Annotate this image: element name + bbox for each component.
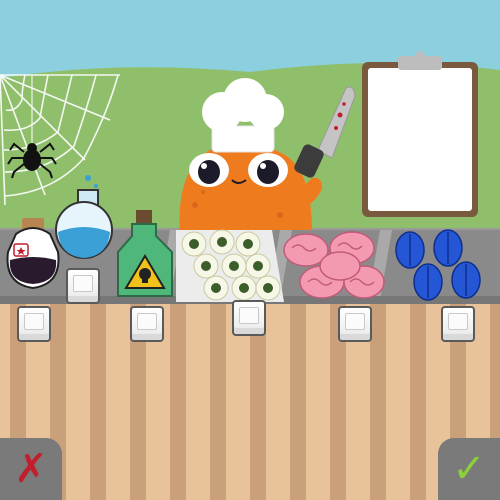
recipe-clipboard — [362, 51, 478, 217]
confirm-button[interactable]: ✓ — [438, 438, 500, 500]
select-blue-flask-button[interactable] — [66, 268, 100, 304]
select-brains-button[interactable] — [338, 306, 372, 342]
reject-button[interactable]: ✗ — [0, 438, 62, 500]
select-poison-bottle-button[interactable] — [130, 306, 164, 342]
kitchen-scene — [0, 0, 500, 500]
select-eyeballs-button[interactable] — [232, 300, 266, 336]
select-beetles-button[interactable] — [441, 306, 475, 342]
checkmark-icon: ✓ — [452, 446, 486, 492]
select-heart-potion-button[interactable] — [17, 306, 51, 342]
x-mark-icon: ✗ — [14, 446, 48, 492]
eyeballs-icon — [176, 229, 284, 302]
